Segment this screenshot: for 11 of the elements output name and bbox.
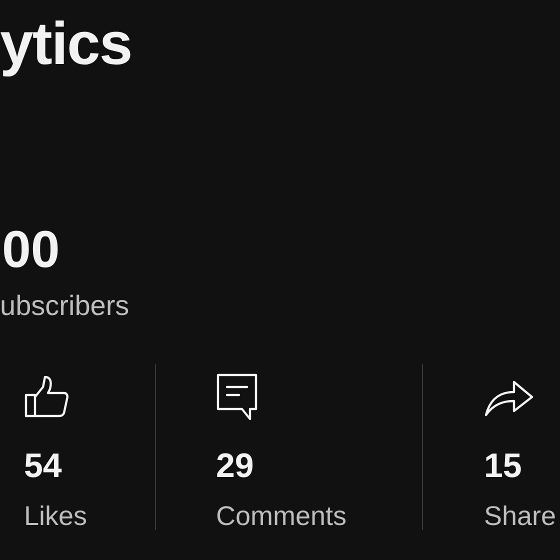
- comment-icon: [216, 372, 258, 420]
- stat-value: 54: [24, 449, 63, 483]
- stat-label: Likes: [24, 503, 88, 530]
- thumbs-up-icon: [24, 374, 70, 418]
- stat-value: 15: [484, 449, 523, 483]
- subscriber-count: 00: [2, 224, 61, 276]
- stat-label: Comments: [216, 503, 348, 530]
- stat-value: 29: [216, 449, 255, 483]
- page-title: ytics: [0, 14, 133, 74]
- stat-label: Share: [484, 503, 558, 530]
- subscriber-label: ubscribers: [0, 292, 130, 320]
